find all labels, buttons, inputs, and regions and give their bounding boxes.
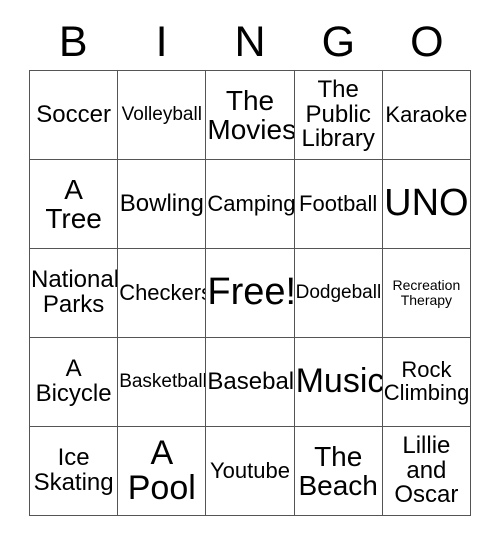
bingo-cell-label: Dodgeball (295, 282, 382, 304)
bingo-cell-label: Bowling (119, 189, 204, 217)
bingo-cell[interactable]: The Public Library (294, 71, 383, 160)
bingo-cell-label: Volleyball (121, 104, 202, 126)
bingo-cell[interactable]: Basketball (118, 338, 207, 427)
bingo-cell-label: Lillie and Oscar (394, 431, 459, 509)
bingo-cell[interactable]: Ice Skating (30, 427, 119, 516)
bingo-cell-label: UNO (384, 182, 469, 225)
bingo-cell[interactable]: Youtube (206, 427, 295, 516)
bingo-cell[interactable]: The Movies (206, 71, 295, 160)
bingo-cell-label: Basketball (119, 371, 207, 393)
bingo-cell[interactable]: The Beach (294, 427, 383, 516)
bingo-cell[interactable]: Music (294, 338, 383, 427)
bingo-header-letter-b: B (58, 17, 88, 66)
bingo-cell-label: National Parks (31, 266, 119, 318)
bingo-cell-label: Checkers (119, 279, 207, 305)
bingo-grid: Soccer Volleyball The Movies The Public Lib… (29, 70, 471, 516)
bingo-cell[interactable]: National Parks (30, 249, 119, 338)
bingo-cell[interactable]: A Bicycle (30, 338, 119, 427)
bingo-cell-label: Youtube (210, 457, 290, 483)
bingo-cell[interactable]: Volleyball (118, 71, 207, 160)
bingo-cell[interactable]: Camping (206, 160, 295, 249)
bingo-header-letter-n: N (234, 17, 266, 66)
bingo-cell-label: The Public Library (301, 75, 375, 153)
bingo-card: B I N G O Soccer Volleyball The Movies The … (29, 14, 471, 516)
bingo-cell[interactable]: Baseball (206, 338, 295, 427)
bingo-cell[interactable]: A Tree (30, 160, 119, 249)
bingo-cell-label: Baseball (207, 367, 295, 395)
bingo-cell[interactable]: Bowling (118, 160, 207, 249)
bingo-header-letter-i: I (155, 17, 168, 66)
bingo-cell-label: Camping (207, 190, 295, 216)
bingo-cell-label: The Beach (298, 440, 378, 501)
bingo-cell[interactable]: Dodgeball (294, 249, 383, 338)
bingo-cell-label: The Movies (207, 84, 295, 145)
bingo-cell[interactable]: UNO (382, 160, 471, 249)
bingo-cell-label: Music (295, 362, 383, 401)
bingo-cell-label: A Bicycle (35, 355, 112, 407)
bingo-cell-label: Recreation Therapy (392, 277, 461, 308)
bingo-cell-label: Ice Skating (33, 444, 114, 496)
bingo-cell[interactable]: Checkers (118, 249, 207, 338)
bingo-cell[interactable]: Lillie and Oscar (382, 427, 471, 516)
bingo-cell[interactable]: Karaoke (382, 71, 471, 160)
bingo-cell[interactable]: Free! (206, 249, 295, 338)
bingo-cell-label: A Pool (127, 433, 196, 507)
bingo-cell-label: Soccer (36, 100, 111, 128)
bingo-cell[interactable]: A Pool (118, 427, 207, 516)
bingo-cell[interactable]: Soccer (30, 71, 119, 160)
bingo-cell[interactable]: Football (294, 160, 383, 249)
bingo-cell-label: Karaoke (385, 101, 468, 127)
bingo-cell-label: Free! (207, 271, 295, 314)
bingo-cell[interactable]: Recreation Therapy (382, 249, 471, 338)
bingo-cell-label: A Tree (45, 173, 102, 234)
bingo-header-letter-o: O (410, 17, 444, 66)
bingo-cell-label: Football (299, 190, 378, 216)
bingo-header-letter-g: G (321, 17, 356, 66)
bingo-header-row: B I N G O (29, 14, 471, 70)
bingo-cell[interactable]: Rock Climbing (382, 338, 471, 427)
bingo-cell-label: Rock Climbing (383, 357, 470, 405)
